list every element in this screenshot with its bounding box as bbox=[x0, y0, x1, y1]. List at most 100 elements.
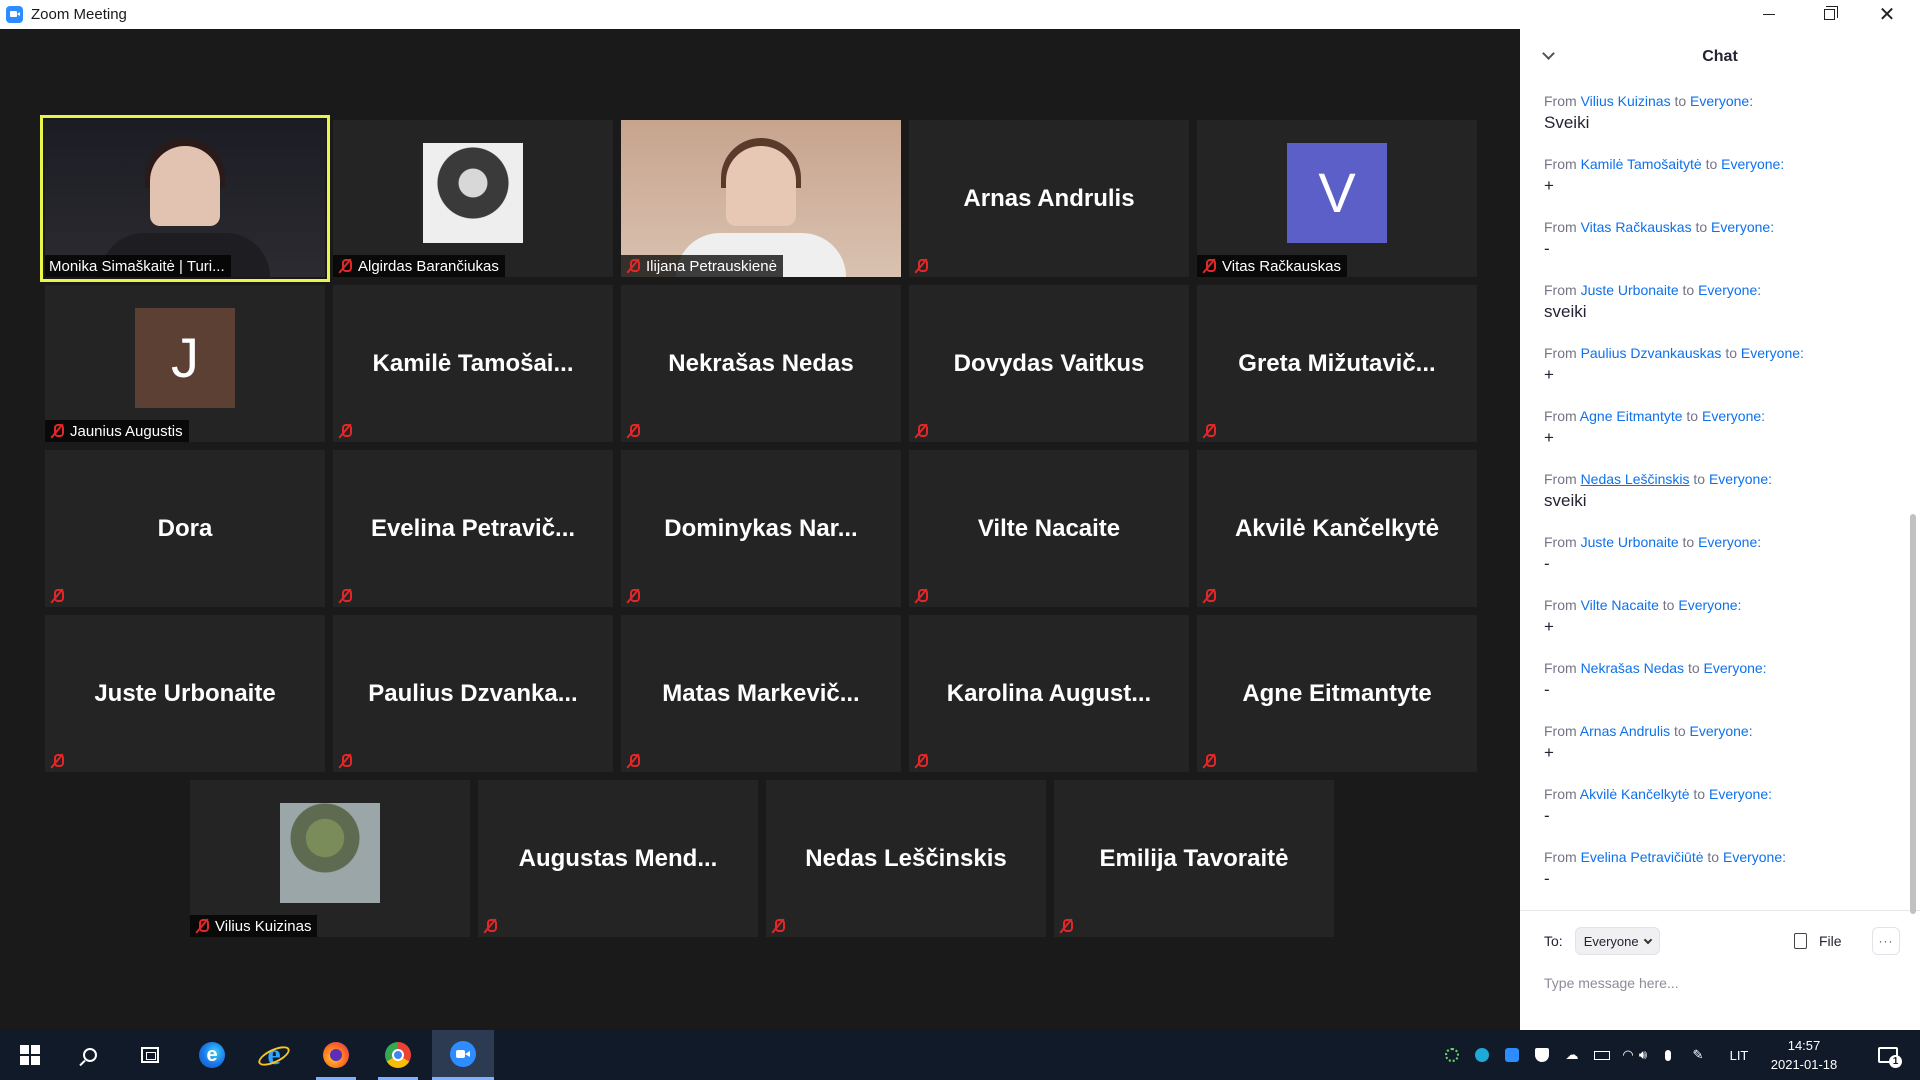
recipient-name[interactable]: Everyone: bbox=[1690, 93, 1753, 109]
language-indicator[interactable]: LIT bbox=[1724, 1030, 1754, 1080]
sender-name[interactable]: Kamilė Tamošaitytė bbox=[1581, 156, 1702, 172]
participant-name: Dora bbox=[157, 514, 213, 542]
more-options-button[interactable]: ··· bbox=[1872, 927, 1900, 955]
taskbar-internet-explorer[interactable]: e bbox=[246, 1030, 302, 1080]
participant-tile[interactable]: Dovydas Vaitkus bbox=[909, 285, 1189, 442]
from-word: From bbox=[1544, 408, 1577, 424]
tray-pen[interactable]: ✎ bbox=[1686, 1030, 1710, 1080]
recipient-name[interactable]: Everyone: bbox=[1711, 219, 1774, 235]
participant-tile[interactable]: Nedas Leščinskis bbox=[766, 780, 1046, 937]
chat-message: From Akvilė Kančelkytė to Everyone: - bbox=[1544, 778, 1910, 841]
minimize-button[interactable] bbox=[1740, 0, 1798, 29]
start-button[interactable] bbox=[2, 1030, 58, 1080]
message-input[interactable] bbox=[1544, 969, 1884, 997]
notification-center-button[interactable]: 1 bbox=[1868, 1030, 1908, 1080]
tray-cloud[interactable]: ☁ bbox=[1560, 1030, 1584, 1080]
participant-tile[interactable]: Karolina August... bbox=[909, 615, 1189, 772]
participant-label: Jaunius Augustis bbox=[45, 420, 189, 442]
tray-app-edge[interactable] bbox=[1470, 1030, 1494, 1080]
cloud-icon: ☁ bbox=[1565, 1047, 1579, 1062]
from-word: From bbox=[1544, 786, 1577, 802]
participant-label: Ilijana Petrauskienė bbox=[621, 255, 783, 277]
participant-tile[interactable]: Dora bbox=[45, 450, 325, 607]
taskbar-zoom[interactable] bbox=[432, 1030, 494, 1080]
recipient-name[interactable]: Everyone: bbox=[1704, 660, 1767, 676]
participant-tile[interactable]: Ilijana Petrauskienė bbox=[621, 120, 901, 277]
search-button[interactable] bbox=[62, 1030, 118, 1080]
edge-tray-icon bbox=[1475, 1048, 1489, 1062]
taskbar-edge[interactable]: e bbox=[184, 1030, 240, 1080]
clock[interactable]: 14:57 2021-01-18 bbox=[1764, 1036, 1844, 1074]
participant-name: Augustas Mend... bbox=[518, 844, 718, 872]
recipient-name[interactable]: Everyone: bbox=[1721, 156, 1784, 172]
recipient-name[interactable]: Everyone: bbox=[1690, 723, 1753, 739]
sender-name[interactable]: Vitas Račkauskas bbox=[1581, 219, 1692, 235]
participant-tile[interactable]: Greta Mižutavič... bbox=[1197, 285, 1477, 442]
tray-volume[interactable]: 🔊︎ bbox=[1620, 1030, 1647, 1080]
recipient-name[interactable]: Everyone: bbox=[1709, 471, 1772, 487]
recipient-name[interactable]: Everyone: bbox=[1723, 849, 1786, 865]
participant-tile[interactable]: Algirdas Barančiukas bbox=[333, 120, 613, 277]
chat-message-list[interactable]: From Vilius Kuizinas to Everyone: Sveiki F… bbox=[1520, 85, 1910, 905]
sender-name[interactable]: Nekrašas Nedas bbox=[1581, 660, 1685, 676]
participant-tile[interactable]: Monika Simaškaitė | Turi... bbox=[40, 115, 330, 282]
muted-microphone-icon bbox=[913, 588, 929, 604]
task-view-button[interactable] bbox=[122, 1030, 178, 1080]
recipient-name[interactable]: Everyone: bbox=[1702, 408, 1765, 424]
file-button[interactable]: File bbox=[1794, 927, 1842, 955]
tray-app-spinner[interactable] bbox=[1440, 1030, 1464, 1080]
participant-tile[interactable]: Dominykas Nar... bbox=[621, 450, 901, 607]
participant-tile[interactable]: Juste Urbonaite bbox=[45, 615, 325, 772]
sender-name[interactable]: Juste Urbonaite bbox=[1581, 534, 1679, 550]
sender-name[interactable]: Paulius Dzvankauskas bbox=[1581, 345, 1722, 361]
profile-photo bbox=[280, 802, 380, 903]
recipient-name[interactable]: Everyone: bbox=[1678, 597, 1741, 613]
chevron-down-icon[interactable] bbox=[1542, 47, 1555, 60]
participant-tile[interactable]: Vilte Nacaite bbox=[909, 450, 1189, 607]
participant-tile[interactable]: Paulius Dzvanka... bbox=[333, 615, 613, 772]
from-word: From bbox=[1544, 282, 1577, 298]
tray-security[interactable] bbox=[1530, 1030, 1554, 1080]
taskbar-chrome[interactable] bbox=[370, 1030, 426, 1080]
participant-tile[interactable]: Agne Eitmantyte bbox=[1197, 615, 1477, 772]
participant-tile[interactable]: J Jaunius Augustis bbox=[45, 285, 325, 442]
restore-button[interactable] bbox=[1800, 0, 1858, 29]
recipient-name[interactable]: Everyone: bbox=[1698, 282, 1761, 298]
participant-tile[interactable]: Vilius Kuizinas bbox=[190, 780, 470, 937]
sender-name[interactable]: Nedas Leščinskis bbox=[1581, 471, 1690, 487]
close-icon: ✕ bbox=[1878, 4, 1896, 26]
tray-microphone[interactable] bbox=[1650, 1030, 1674, 1080]
tray-battery[interactable] bbox=[1590, 1030, 1614, 1080]
participant-name: Dominykas Nar... bbox=[664, 514, 858, 542]
sender-name[interactable]: Akvilė Kančelkytė bbox=[1580, 786, 1690, 802]
chat-message-text: + bbox=[1544, 365, 1554, 384]
sender-name[interactable]: Juste Urbonaite bbox=[1581, 282, 1679, 298]
sender-name[interactable]: Arnas Andrulis bbox=[1580, 723, 1670, 739]
participant-tile[interactable]: Emilija Tavoraitė bbox=[1054, 780, 1334, 937]
sender-name[interactable]: Vilte Nacaite bbox=[1581, 597, 1659, 613]
tray-app-zoom[interactable] bbox=[1500, 1030, 1524, 1080]
participant-tile[interactable]: Akvilė Kančelkytė bbox=[1197, 450, 1477, 607]
participant-tile[interactable]: V Vitas Račkauskas bbox=[1197, 120, 1477, 277]
taskbar-firefox[interactable] bbox=[308, 1030, 364, 1080]
participant-tile[interactable]: Matas Markevič... bbox=[621, 615, 901, 772]
participant-tile[interactable]: Augustas Mend... bbox=[478, 780, 758, 937]
sender-name[interactable]: Evelina Petravičiūtė bbox=[1581, 849, 1704, 865]
zoom-tray-icon bbox=[1505, 1048, 1519, 1062]
close-button[interactable]: ✕ bbox=[1858, 0, 1916, 29]
participant-tile[interactable]: Kamilė Tamošai... bbox=[333, 285, 613, 442]
participant-tile[interactable]: Arnas Andrulis bbox=[909, 120, 1189, 277]
chat-message-text: - bbox=[1544, 554, 1550, 573]
sender-name[interactable]: Agne Eitmantyte bbox=[1580, 408, 1683, 424]
recipient-dropdown[interactable]: Everyone bbox=[1574, 927, 1660, 955]
sender-name[interactable]: Vilius Kuizinas bbox=[1581, 93, 1671, 109]
participant-tile[interactable]: Evelina Petravič... bbox=[333, 450, 613, 607]
participant-tile[interactable]: Nekrašas Nedas bbox=[621, 285, 901, 442]
participant-label-text: Algirdas Barančiukas bbox=[358, 257, 499, 275]
recipient-name[interactable]: Everyone: bbox=[1709, 786, 1772, 802]
chat-message-text: + bbox=[1544, 176, 1554, 195]
edge-icon: e bbox=[199, 1042, 225, 1068]
chat-scrollbar[interactable] bbox=[1910, 514, 1916, 914]
recipient-name[interactable]: Everyone: bbox=[1741, 345, 1804, 361]
recipient-name[interactable]: Everyone: bbox=[1698, 534, 1761, 550]
